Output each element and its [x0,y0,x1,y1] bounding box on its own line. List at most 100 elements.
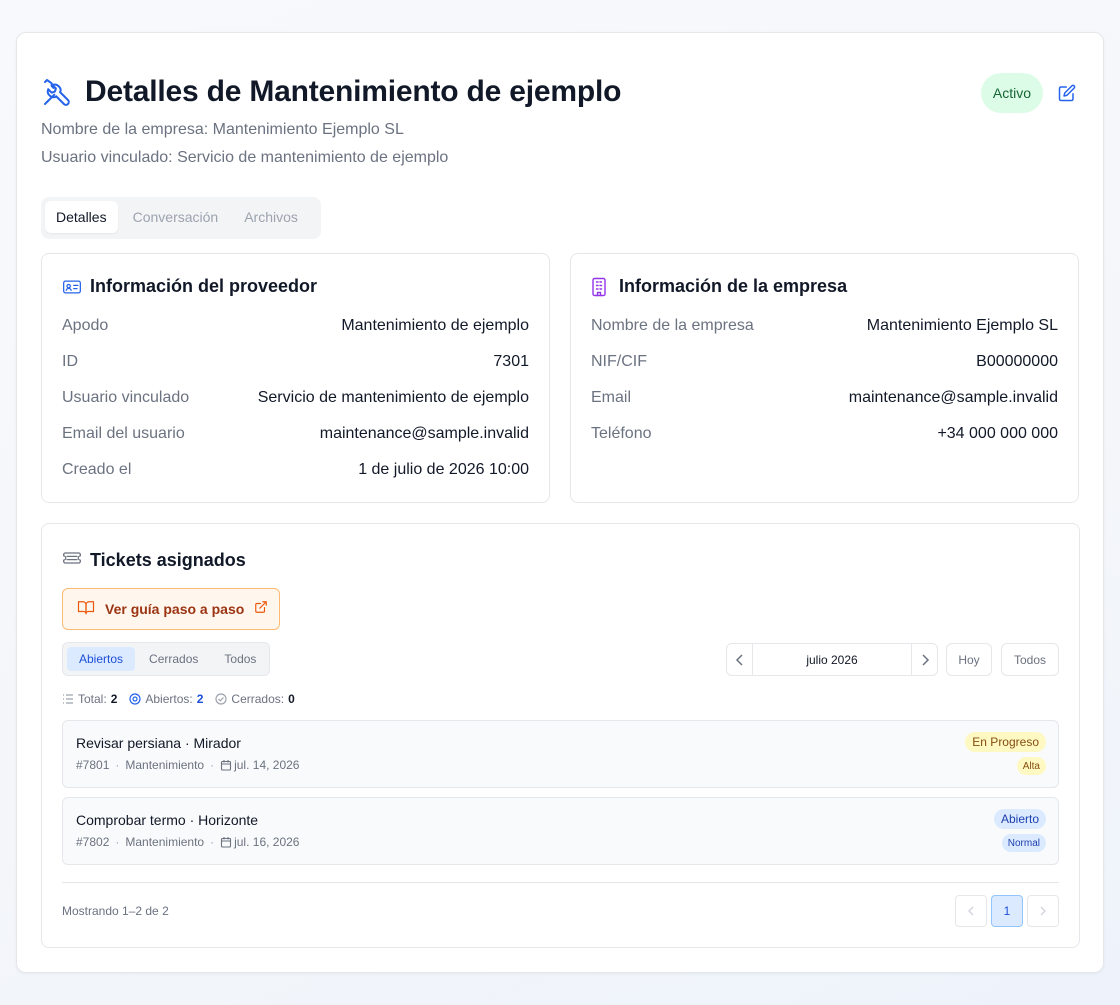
ticket-icon [62,548,82,573]
ticket-priority-badge: Alta [1016,757,1046,775]
next-page-button[interactable] [1027,895,1059,927]
provider-row: Creado el 1 de julio de 2026 10:00 [62,461,529,479]
ticket-stats: Total: 2 Abiertos: 2 Cerrados: 0 [62,692,295,706]
list-icon [63,694,73,704]
provider-info-card: Información del proveedor Apodo Mantenimi… [41,253,550,503]
chevron-left-icon [735,653,743,666]
step-guide-button[interactable]: Ver guía paso a paso [62,588,280,630]
field-value: +34 000 000 000 [937,425,1058,442]
page-title: Detalles de Mantenimiento de ejemplo [85,75,622,108]
ticket-meta: #7802 · Mantenimiento · jul. 16, 2026 [76,835,300,849]
field-value: Servicio de mantenimiento de ejemplo [257,389,529,406]
tab-conversation[interactable]: Conversación [122,201,230,233]
ticket-status-badge: En Progreso [965,732,1046,752]
field-value: Mantenimiento Ejemplo SL [866,317,1058,334]
ticket-row[interactable]: Revisar persiana · Mirador #7801 · Mante… [62,720,1059,788]
ticket-number: #7802 [76,835,110,849]
field-value: 7301 [493,353,529,370]
field-value: maintenance@sample.invalid [848,389,1058,406]
ticket-date: jul. 14, 2026 [234,758,300,772]
page-button[interactable]: 1 [991,895,1023,927]
current-month: julio 2026 [752,644,912,675]
tab-details[interactable]: Detalles [45,201,118,233]
page-card: Detalles de Mantenimiento de ejemplo Nom… [16,32,1104,973]
book-open-icon [77,599,95,620]
stat-total-value: 2 [110,692,118,706]
next-month-button[interactable] [912,644,937,675]
id-card-icon [62,277,82,297]
stat-closed-value: 0 [288,692,295,706]
field-label: Email del usuario [62,425,185,442]
divider [62,882,1059,883]
tab-files[interactable]: Archivos [233,201,309,233]
edit-icon [1058,84,1076,102]
tab-bar: Detalles Conversación Archivos [41,197,321,239]
linked-user-line: Usuario vinculado: Servicio de mantenimi… [41,149,449,166]
field-label: Email [591,389,632,406]
ticket-meta: #7801 · Mantenimiento · jul. 14, 2026 [76,758,300,772]
provider-row: Usuario vinculado Servicio de mantenimien… [62,389,529,407]
ticket-date: jul. 16, 2026 [234,835,300,849]
provider-row: Email del usuario maintenance@sample.inva… [62,425,529,443]
edit-button[interactable] [1055,81,1079,105]
company-row: Email maintenance@sample.invalid [591,389,1058,407]
today-button[interactable]: Hoy [946,643,992,676]
provider-row: Apodo Mantenimiento de ejemplo [62,317,529,335]
prev-page-button[interactable] [955,895,987,927]
company-name-line: Nombre de la empresa: Mantenimiento Ejem… [41,121,404,138]
field-value: maintenance@sample.invalid [319,425,529,442]
pagination: 1 [955,895,1059,927]
stat-open-value: 2 [196,692,204,706]
filter-closed[interactable]: Cerrados [137,647,210,671]
external-link-icon [254,600,268,619]
chevron-right-icon [921,653,929,666]
calendar-icon [221,760,232,771]
step-guide-label: Ver guía paso a paso [105,601,245,617]
field-value: B00000000 [976,353,1058,370]
month-navigator: julio 2026 [726,643,938,676]
stat-total-label: Total: [78,692,107,706]
stat-closed: Cerrados: 0 [215,692,295,706]
company-row: Teléfono +34 000 000 000 [591,425,1058,443]
ticket-category: Mantenimiento [125,835,205,849]
field-label: Teléfono [591,425,652,442]
check-circle-icon [215,693,228,705]
stat-total: Total: 2 [62,692,117,706]
field-label: Usuario vinculado [62,389,190,406]
ticket-priority-badge: Normal [1001,834,1046,852]
tickets-title: Tickets asignados [90,550,246,570]
filter-open[interactable]: Abiertos [67,647,136,671]
wrench-screwdriver-icon [41,76,73,108]
company-row: NIF/CIF B00000000 [591,353,1058,371]
field-label: Nombre de la empresa [591,317,754,334]
chevron-right-icon [1040,906,1046,916]
building-icon [591,277,611,297]
all-dates-button[interactable]: Todos [1001,643,1059,676]
ticket-number: #7801 [76,758,110,772]
ticket-row[interactable]: Comprobar termo · Horizonte #7802 · Mant… [62,797,1059,865]
pagination-summary: Mostrando 1–2 de 2 [62,904,169,918]
ticket-category: Mantenimiento [125,758,205,772]
company-info-card: Información de la empresa Nombre de la e… [570,253,1079,503]
field-value: Mantenimiento de ejemplo [341,317,529,334]
ticket-filter-segment: Abiertos Cerrados Todos [62,642,270,676]
ticket-title: Revisar persiana · Mirador [76,735,241,751]
provider-row: ID 7301 [62,353,529,371]
chevron-left-icon [968,906,974,916]
assigned-tickets-card: Tickets asignados Ver guía paso a paso A… [41,523,1080,948]
prev-month-button[interactable] [727,644,752,675]
calendar-icon [221,837,232,848]
page-header: Detalles de Mantenimiento de ejemplo Nom… [41,73,1079,167]
status-badge: Activo [980,73,1043,113]
field-label: Apodo [62,317,109,334]
ticket-title: Comprobar termo · Horizonte [76,812,259,828]
company-info-title: Información de la empresa [619,276,848,296]
target-icon [129,693,141,705]
stat-closed-label: Cerrados: [231,692,285,706]
stat-open-label: Abiertos: [145,692,193,706]
filter-all[interactable]: Todos [212,647,268,671]
stat-open: Abiertos: 2 [129,692,203,706]
provider-info-title: Información del proveedor [90,276,318,296]
ticket-status-badge: Abierto [993,809,1046,829]
field-label: NIF/CIF [591,353,647,370]
